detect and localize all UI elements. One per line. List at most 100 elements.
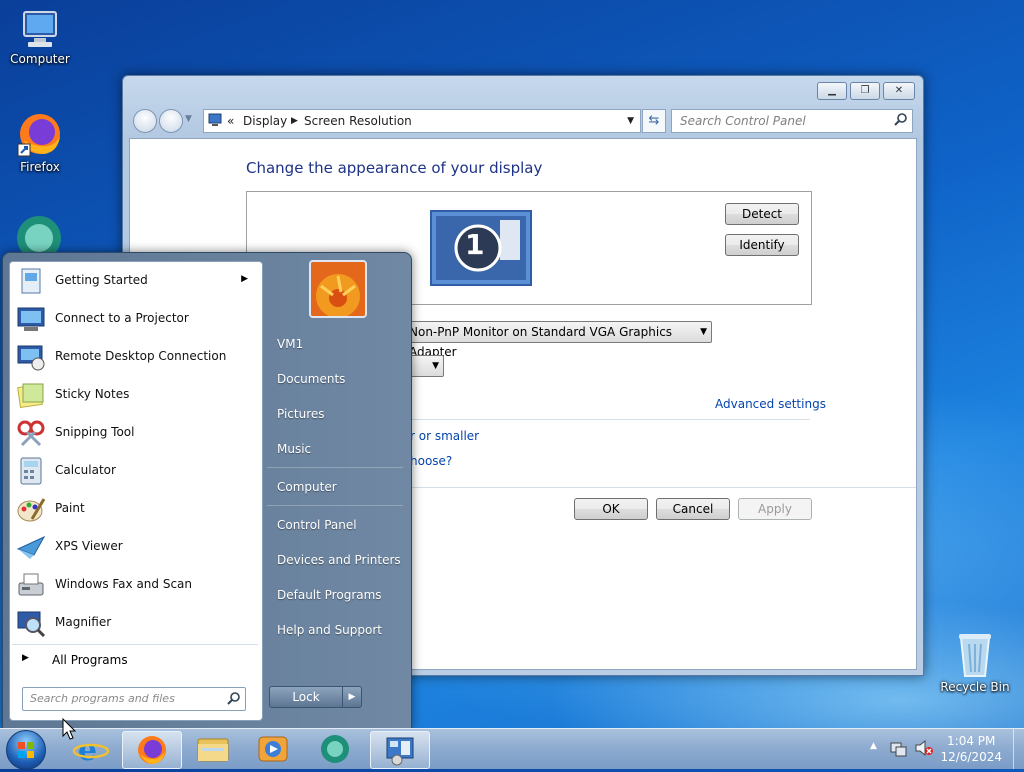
taskbar-media-player[interactable] [244,731,302,767]
shutdown-options-icon[interactable]: ▶ [342,686,362,708]
recent-pages-icon[interactable]: ▼ [185,114,192,124]
show-hidden-icons-button[interactable]: ▲ [870,741,877,751]
control-panel-icon [208,113,222,130]
breadcrumb-separator-icon[interactable]: ▶ [291,116,298,126]
search-icon[interactable] [227,692,240,708]
breadcrumb-display[interactable]: Display [243,114,287,128]
taskbar-control-panel[interactable] [370,731,430,769]
start-link-control-panel[interactable]: Control Panel [277,518,357,532]
calculator-icon [16,457,46,485]
divider [267,467,403,468]
paint-icon [16,495,46,523]
svg-text:e: e [78,733,97,767]
all-programs-arrow-icon: ▶ [22,653,29,663]
volume-muted-icon[interactable] [914,739,934,760]
detect-button[interactable]: Detect [725,203,799,225]
start-link-pictures[interactable]: Pictures [277,407,325,421]
user-avatar[interactable] [309,260,367,318]
program-sticky-notes[interactable]: Sticky Notes [12,377,258,413]
network-icon[interactable] [889,739,907,760]
close-button[interactable]: ✕ [883,82,915,100]
projector-icon [16,305,46,333]
desktop-icon-app[interactable] [14,214,64,260]
program-snipping-tool[interactable]: Snipping Tool [12,415,258,451]
program-fax-scan[interactable]: Windows Fax and Scan [12,567,258,603]
clock-date: 12/6/2024 [940,750,1002,764]
folder-icon [197,738,229,762]
monitor-1-icon[interactable]: 1 [430,210,532,289]
maximize-button[interactable]: ❐ [850,82,880,100]
display-settings-help-link[interactable]: hoose? [410,454,452,468]
address-bar[interactable]: « Display ▶ Screen Resolution ▼ [203,109,641,133]
ok-button[interactable]: OK [574,498,648,520]
firefox-icon [16,110,64,158]
identify-button[interactable]: Identify [725,234,799,256]
refresh-button[interactable]: ⇆ [642,109,666,133]
display-select[interactable]: Non-PnP Monitor on Standard VGA Graphics… [360,321,712,359]
program-getting-started[interactable]: Getting Started ▶ [12,263,258,299]
desktop-icon-recycle-bin[interactable]: Recycle Bin [935,630,1015,694]
system-clock[interactable]: 1:04 PM 12/6/2024 [940,733,1002,765]
program-connect-projector[interactable]: Connect to a Projector [12,301,258,337]
page-title: Change the appearance of your display [246,159,543,177]
search-programs-input[interactable]: Search programs and files [22,687,246,711]
apply-button[interactable]: Apply [738,498,812,520]
mouse-cursor-icon [62,717,77,743]
computer-icon [18,10,62,50]
navigation-bar: ▼ « Display ▶ Screen Resolution ▼ ⇆ Sear… [131,108,915,136]
start-link-documents[interactable]: Documents [277,372,345,386]
start-link-music[interactable]: Music [277,442,311,456]
display-select-value: Non-PnP Monitor on Standard VGA Graphics… [409,325,673,359]
address-dropdown-icon[interactable]: ▼ [627,116,634,126]
cancel-button[interactable]: Cancel [656,498,730,520]
magnifier-icon [16,609,46,638]
program-remote-desktop[interactable]: Remote Desktop Connection [12,339,258,375]
program-xps-viewer[interactable]: XPS Viewer [12,529,258,565]
snipping-tool-icon [16,419,46,447]
control-panel-icon [386,737,414,766]
show-desktop-button[interactable] [1013,729,1024,769]
breadcrumb-screen-resolution[interactable]: Screen Resolution [304,114,412,128]
start-link-computer[interactable]: Computer [277,480,337,494]
submenu-arrow-icon: ▶ [241,274,248,284]
desktop-icon-label: Recycle Bin [940,680,1010,694]
minimize-button[interactable]: ▁ [817,82,847,100]
clock-time: 1:04 PM [947,734,996,748]
start-link-default-programs[interactable]: Default Programs [277,588,382,602]
start-link-devices-printers[interactable]: Devices and Printers [277,553,401,567]
text-size-link[interactable]: r or smaller [410,429,479,443]
search-control-panel-input[interactable]: Search Control Panel [671,109,913,133]
firefox-icon [138,736,166,764]
desktop-icon-label: Firefox [20,160,60,174]
program-paint[interactable]: Paint [12,491,258,527]
program-magnifier[interactable]: Magnifier [12,605,258,641]
back-button[interactable] [133,109,157,133]
windows-logo-icon [18,742,34,758]
taskbar-file-explorer[interactable] [184,731,242,767]
monitor-number: 1 [465,228,485,261]
program-calculator[interactable]: Calculator [12,453,258,489]
forward-button[interactable] [159,109,183,133]
desktop-icon-label: Computer [10,52,70,66]
desktop-icon-computer[interactable]: Computer [0,10,80,66]
divider [267,505,403,506]
media-player-icon [258,736,288,762]
desktop-icon-firefox[interactable]: Firefox [0,110,80,174]
taskbar-app[interactable] [306,731,364,767]
sticky-notes-icon [16,381,46,409]
search-programs-placeholder: Search programs and files [30,692,175,705]
search-placeholder: Search Control Panel [680,114,806,128]
start-menu-programs-pane: Getting Started ▶ Connect to a Projector… [9,261,263,721]
chevron-down-icon: ▼ [700,327,707,337]
search-icon[interactable] [894,113,907,129]
taskbar-firefox[interactable] [122,731,182,769]
chevron-down-icon: ▼ [432,361,439,371]
all-programs-button[interactable]: ▶ All Programs [12,644,258,675]
start-link-help-support[interactable]: Help and Support [277,623,382,637]
recycle-bin-icon [955,630,995,678]
start-menu: Getting Started ▶ Connect to a Projector… [2,252,412,730]
start-button[interactable] [6,730,46,770]
lock-button[interactable]: Lock [269,686,343,708]
advanced-settings-link[interactable]: Advanced settings [715,397,826,411]
start-link-user[interactable]: VM1 [277,337,303,351]
